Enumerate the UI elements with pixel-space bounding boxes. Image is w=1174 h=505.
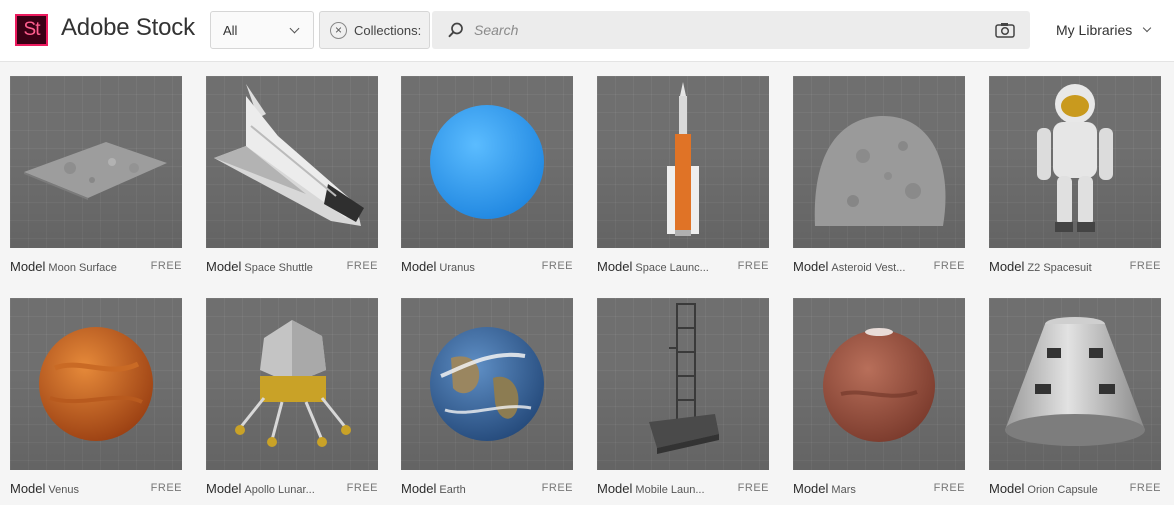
price-label: FREE xyxy=(150,482,182,494)
result-thumbnail[interactable] xyxy=(401,298,573,470)
result-meta: Model Asteroid Vest... FREE xyxy=(793,258,965,276)
top-bar: St Adobe Stock All × Collections: My Lib… xyxy=(0,0,1174,62)
result-meta: Model Z2 Spacesuit FREE xyxy=(989,258,1161,276)
asset-type: Model xyxy=(10,481,46,496)
result-thumbnail[interactable] xyxy=(597,76,769,248)
price-label: FREE xyxy=(150,260,182,272)
result-thumbnail[interactable] xyxy=(206,298,378,470)
search-icon xyxy=(448,22,463,38)
adobe-stock-logo[interactable]: St xyxy=(15,14,48,46)
mars-thumbnail xyxy=(823,328,935,442)
result-thumbnail[interactable] xyxy=(10,76,182,248)
asset-name[interactable]: Space Shuttle xyxy=(244,262,313,274)
result-thumbnail[interactable] xyxy=(401,76,573,248)
search-bar xyxy=(432,11,1030,49)
search-scope-dropdown[interactable]: All xyxy=(210,11,314,49)
asset-name[interactable]: Apollo Lunar... xyxy=(244,484,314,496)
mobile-launcher-thumbnail xyxy=(649,303,719,454)
result-thumbnail[interactable] xyxy=(793,298,965,470)
asset-name[interactable]: Z2 Spacesuit xyxy=(1027,262,1091,274)
price-label: FREE xyxy=(933,260,965,272)
asset-name[interactable]: Asteroid Vest... xyxy=(831,262,905,274)
chevron-down-icon xyxy=(289,23,300,34)
asset-name[interactable]: Venus xyxy=(48,484,79,496)
moon-surface-thumbnail xyxy=(24,142,167,200)
result-thumbnail[interactable] xyxy=(10,298,182,470)
asset-name[interactable]: Mobile Laun... xyxy=(635,484,704,496)
result-meta: Model Apollo Lunar... FREE xyxy=(206,480,378,498)
venus-thumbnail xyxy=(39,327,153,441)
price-label: FREE xyxy=(1129,482,1161,494)
search-input[interactable] xyxy=(474,11,974,49)
collections-filter-label: Collections: xyxy=(354,23,422,38)
asset-type: Model xyxy=(793,481,829,496)
price-label: FREE xyxy=(933,482,965,494)
asset-name[interactable]: Orion Capsule xyxy=(1027,484,1097,496)
asset-type: Model xyxy=(793,259,829,274)
price-label: FREE xyxy=(541,260,573,272)
asset-type: Model xyxy=(401,259,437,274)
search-scope-value: All xyxy=(223,23,238,38)
asset-type: Model xyxy=(10,259,46,274)
collections-filter-chip[interactable]: × Collections: xyxy=(319,11,430,49)
apollo-lunar-thumbnail xyxy=(235,320,351,447)
result-meta: Model Space Launc... FREE xyxy=(597,258,769,276)
price-label: FREE xyxy=(541,482,573,494)
chevron-down-icon xyxy=(1142,23,1152,33)
price-label: FREE xyxy=(346,482,378,494)
camera-icon[interactable] xyxy=(995,22,1015,38)
result-meta: Model Earth FREE xyxy=(401,480,573,498)
result-meta: Model Space Shuttle FREE xyxy=(206,258,378,276)
result-meta: Model Orion Capsule FREE xyxy=(989,480,1161,498)
price-label: FREE xyxy=(737,482,769,494)
asset-name[interactable]: Space Launc... xyxy=(635,262,708,274)
result-thumbnail[interactable] xyxy=(989,298,1161,470)
price-label: FREE xyxy=(346,260,378,272)
asset-name[interactable]: Uranus xyxy=(439,262,474,274)
z2-spacesuit-thumbnail xyxy=(1037,84,1113,232)
asset-name[interactable]: Moon Surface xyxy=(48,262,116,274)
asset-name[interactable]: Mars xyxy=(831,484,855,496)
result-meta: Model Uranus FREE xyxy=(401,258,573,276)
price-label: FREE xyxy=(1129,260,1161,272)
asset-type: Model xyxy=(206,481,242,496)
space-shuttle-thumbnail xyxy=(214,84,364,226)
asteroid-vesta-thumbnail xyxy=(814,116,946,226)
asset-type: Model xyxy=(597,481,633,496)
close-icon[interactable]: × xyxy=(330,22,347,39)
my-libraries-label: My Libraries xyxy=(1056,22,1133,38)
result-thumbnail[interactable] xyxy=(989,76,1161,248)
asset-type: Model xyxy=(401,481,437,496)
price-label: FREE xyxy=(737,260,769,272)
asset-name[interactable]: Earth xyxy=(439,484,465,496)
result-thumbnail[interactable] xyxy=(793,76,965,248)
result-meta: Model Moon Surface FREE xyxy=(10,258,182,276)
asset-type: Model xyxy=(989,259,1025,274)
result-thumbnail[interactable] xyxy=(206,76,378,248)
result-meta: Model Mobile Laun... FREE xyxy=(597,480,769,498)
my-libraries-menu[interactable]: My Libraries xyxy=(1056,22,1152,38)
earth-thumbnail xyxy=(430,327,544,441)
orion-capsule-thumbnail xyxy=(1005,317,1145,446)
result-meta: Model Mars FREE xyxy=(793,480,965,498)
result-thumbnail[interactable] xyxy=(597,298,769,470)
space-launch-thumbnail xyxy=(667,82,699,236)
app-title[interactable]: Adobe Stock xyxy=(61,14,195,42)
asset-type: Model xyxy=(597,259,633,274)
uranus-thumbnail xyxy=(430,105,544,219)
asset-type: Model xyxy=(206,259,242,274)
asset-type: Model xyxy=(989,481,1025,496)
result-meta: Model Venus FREE xyxy=(10,480,182,498)
